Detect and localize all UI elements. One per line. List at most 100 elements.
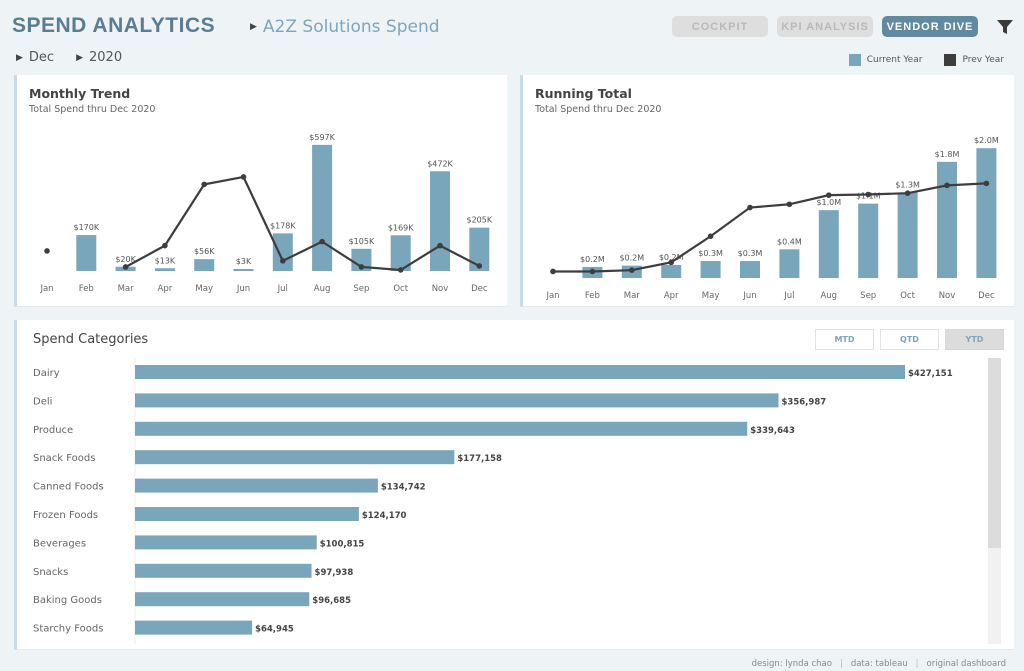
category-value-label: $339,643 (750, 426, 795, 436)
prev-year-point-jan (550, 268, 556, 275)
legend-label: Current Year (866, 55, 923, 65)
category-value-label: $134,742 (381, 483, 426, 493)
nav-cockpit-button[interactable]: COCKPIT (672, 16, 768, 37)
prev-year-line (553, 182, 987, 273)
month-filter[interactable]: ▶ Dec (16, 50, 54, 65)
nav-vendor-dive-button[interactable]: VENDOR DIVE (882, 16, 978, 37)
scrollbar-thumb[interactable] (988, 358, 1001, 548)
bar-nov (937, 161, 957, 278)
bar-data-label: $170K (73, 223, 99, 232)
bar-data-label: $0.4M (777, 237, 802, 246)
category-value-label: $427,151 (908, 369, 953, 379)
bar-may (700, 261, 721, 278)
category-label: Deli (33, 396, 52, 407)
category-bar (135, 421, 748, 436)
filter-funnel-icon[interactable] (996, 18, 1014, 36)
category-label: Dairy (33, 368, 60, 379)
category-bar (135, 563, 312, 578)
category-label: Produce (33, 425, 73, 436)
legend-current-year: Current Year (848, 54, 923, 66)
year-filter-value: 2020 (89, 50, 123, 65)
prev-year-point-dec (476, 263, 483, 269)
prev-year-point-oct (904, 190, 911, 196)
prev-year-point-sep (865, 191, 871, 198)
x-tick-label: Jul (277, 284, 288, 294)
bar-data-label: $3K (236, 257, 252, 266)
bar-data-label: $597K (309, 133, 335, 142)
category-value-label: $177,158 (457, 454, 502, 464)
date-filters: ▶ Dec ▶ 2020 (16, 50, 122, 65)
prev-year-point-mar (122, 264, 129, 270)
x-tick-label: May (702, 291, 720, 301)
category-bar (135, 592, 310, 607)
category-bar (135, 478, 378, 493)
bar-jul (272, 233, 293, 271)
vertical-scrollbar[interactable] (988, 358, 1001, 644)
x-tick-label: Feb (79, 284, 94, 294)
category-label: Snack Foods (33, 453, 95, 464)
x-tick-label: Apr (158, 284, 173, 294)
x-tick-label: Jun (742, 291, 756, 301)
footer-credits: design: lynda chao | data: tableau | ori… (752, 659, 1006, 669)
bar-apr (154, 268, 175, 271)
prev-year-line (125, 175, 480, 272)
x-tick-label: Feb (585, 291, 600, 301)
bar-nov (430, 171, 450, 271)
category-value-label: $97,938 (315, 568, 354, 578)
category-label: Frozen Foods (33, 510, 98, 521)
category-label: Beverages (33, 538, 86, 549)
category-value-label: $64,945 (255, 625, 294, 635)
x-tick-label: Nov (939, 291, 956, 301)
year-filter[interactable]: ▶ 2020 (76, 50, 122, 65)
prev-year-point-aug (319, 238, 325, 245)
prev-year-point-apr (668, 259, 674, 266)
running-total-chart: Jan Feb$0.2MMar$0.2MApr$0.2MMay$0.3MJun$0… (545, 136, 999, 301)
prev-year-point-aug (826, 192, 832, 198)
prev-year-point-jun (747, 204, 753, 211)
x-tick-label: Jun (236, 284, 250, 294)
bar-jun (740, 261, 760, 278)
running-total-panel: Running Total Total Spend thru Dec 2020 … (520, 75, 1014, 307)
spend-categories-panel: Spend Categories MTD QTD YTD Dairy $427,1… (14, 320, 1014, 650)
x-tick-label: Mar (118, 284, 135, 294)
bar-jun (233, 269, 254, 271)
prev-year-point-jan (44, 248, 50, 254)
prev-year-point-nov (944, 182, 950, 189)
app-title: SPEND ANALYTICS (12, 14, 216, 37)
monthly-trend-chart: Jan Feb$170KMar$20KApr$13KMay$56KJun$3KJu… (39, 133, 492, 294)
bar-data-label: $1.0M (816, 198, 841, 207)
bar-aug (818, 210, 839, 278)
legend-label: Prev Year (962, 55, 1004, 65)
prev-year-point-may (707, 233, 714, 240)
bar-feb (76, 235, 97, 271)
bar-dec (976, 148, 997, 278)
category-bar (135, 393, 779, 408)
bar-aug (312, 144, 333, 271)
original-dashboard-link[interactable]: original dashboard (927, 659, 1006, 669)
x-tick-label: Dec (471, 284, 488, 294)
prev-year-point-sep (358, 264, 365, 270)
bar-data-label: $205K (466, 216, 492, 225)
bar-data-label: $0.3M (698, 249, 723, 258)
nav-kpi-analysis-button[interactable]: KPI ANALYSIS (777, 16, 873, 37)
bar-data-label: $13K (155, 256, 176, 265)
company-name: A2Z Solutions Spend (262, 17, 440, 37)
x-tick-label: Apr (664, 291, 679, 301)
bar-data-label: $2.0M (974, 136, 999, 145)
x-tick-label: Sep (860, 291, 876, 301)
x-tick-label: Aug (820, 291, 837, 301)
legend-swatch-current (848, 54, 861, 66)
bar-data-label: $169K (388, 223, 414, 232)
company-selector[interactable]: ▶ A2Z Solutions Spend (250, 17, 440, 37)
separator: | (915, 659, 919, 669)
bar-data-label: $56K (194, 247, 215, 256)
credit-design: design: lynda chao (751, 659, 832, 669)
bar-oct (897, 192, 918, 278)
prev-year-point-jul (786, 201, 793, 208)
bar-data-label: $178K (270, 221, 296, 230)
category-bar (135, 535, 317, 550)
x-tick-label: Jan (39, 284, 53, 294)
x-tick-label: Oct (393, 284, 408, 294)
prev-year-point-mar (629, 267, 635, 273)
bar-jul (779, 249, 800, 278)
